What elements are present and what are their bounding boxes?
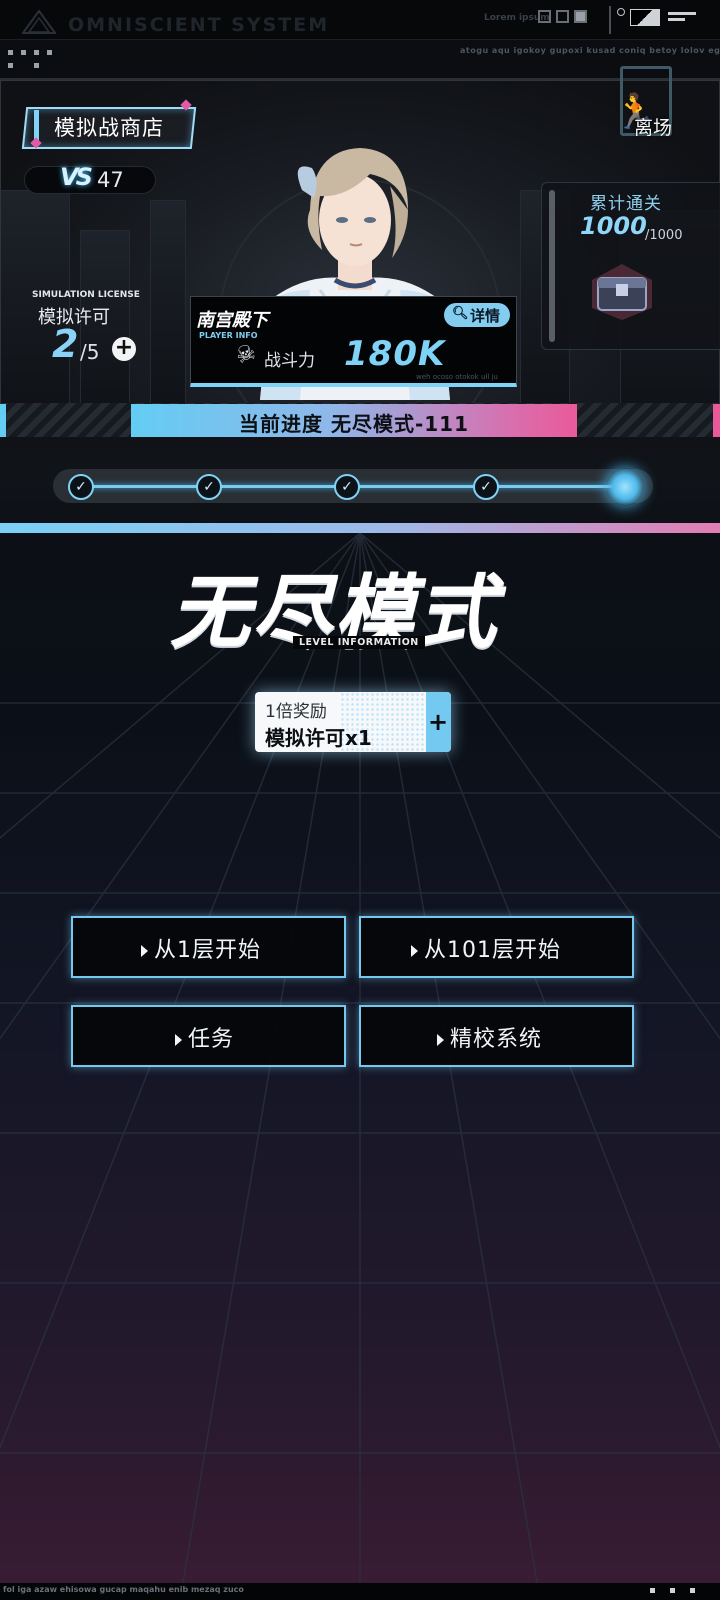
footer-text: fol iga azaw ehisowa gucap maqahu enib m…: [3, 1585, 244, 1594]
tasks-label[interactable]: 任务: [175, 1021, 234, 1053]
calibration-text: 精校系统: [450, 1027, 543, 1052]
power-label: 战斗力: [264, 351, 315, 371]
clear-title: 累计通关: [590, 194, 662, 214]
check-icon: ✓: [68, 474, 94, 500]
vs-counter: [24, 166, 156, 194]
detail-label[interactable]: 详情: [470, 305, 500, 326]
clear-scrollbar[interactable]: [549, 190, 555, 342]
current-stage-node: [606, 468, 644, 506]
hud-tiny-text: atogu aqu igokoy gupoxi kusad coniq beto…: [460, 46, 720, 55]
hud-dot-icon: [617, 8, 625, 16]
start-floor-1-text: 从1层开始: [154, 938, 261, 963]
level-information-label: LEVEL INFORMATION: [293, 636, 425, 649]
player-name: 南宫殿下: [196, 310, 268, 331]
start-floor-1-label[interactable]: 从1层开始: [141, 932, 261, 964]
start-floor-101-label[interactable]: 从101层开始: [411, 932, 561, 964]
check-icon: ✓: [334, 474, 360, 500]
footer-square-icon: [670, 1588, 675, 1593]
license-current: 2: [52, 322, 79, 366]
hud-lines-icon: [668, 12, 696, 24]
clear-max: /1000: [645, 228, 683, 243]
arrow-right-icon: [175, 1034, 182, 1046]
check-icon: ✓: [473, 474, 499, 500]
clear-value: 1000: [580, 212, 647, 240]
player-info-label: PLAYER INFO: [199, 331, 258, 340]
hud-triangle-icon: [630, 9, 660, 26]
section-divider: [0, 523, 720, 533]
calibration-label[interactable]: 精校系统: [437, 1021, 542, 1053]
license-total: /5: [80, 340, 100, 364]
check-icon: ✓: [196, 474, 222, 500]
top-hud-bar: OMNISCIENT SYSTEM Lorem ipsum: [0, 0, 720, 40]
vs-value: 47: [97, 168, 124, 192]
shop-label[interactable]: 模拟战商店: [54, 112, 164, 142]
hud-square-icon: [538, 10, 551, 23]
search-icon: 🔍︎: [452, 306, 469, 321]
progress-label: 当前进度 无尽模式-111: [238, 412, 469, 436]
power-value: 180K: [344, 334, 446, 374]
system-title: OMNISCIENT SYSTEM: [68, 14, 330, 36]
banner-edge-left: [0, 404, 6, 437]
plus-icon[interactable]: +: [428, 708, 448, 736]
arrow-right-icon: [141, 945, 148, 957]
footer-square-icon: [650, 1588, 655, 1593]
plus-icon[interactable]: +: [112, 337, 136, 361]
arrow-right-icon: [437, 1034, 444, 1046]
dots-decoration: [8, 50, 58, 72]
reward-multiplier: 1倍奖励: [265, 702, 327, 722]
hud-separator: [609, 6, 611, 34]
footer-square-icon: [690, 1588, 695, 1593]
arrow-right-icon: [411, 945, 418, 957]
vs-icon: VS: [60, 163, 93, 191]
game-screen: OMNISCIENT SYSTEM Lorem ipsum atogu aqu …: [0, 0, 720, 1600]
hud-square-filled-icon: [574, 10, 587, 23]
tasks-text: 任务: [188, 1027, 235, 1052]
reward-item: 模拟许可x1: [265, 726, 372, 750]
start-floor-101-text: 从101层开始: [424, 938, 561, 963]
player-card-tiny-text: weh ocoso otokok ull ju: [416, 373, 498, 381]
exit-label[interactable]: 离场: [634, 113, 672, 140]
chest-icon[interactable]: [588, 262, 656, 322]
hud-square-x-icon: [556, 10, 569, 23]
banner-edge-right: [713, 404, 720, 437]
logo-icon: [22, 10, 56, 34]
license-title-en: SIMULATION LICENSE: [32, 290, 140, 300]
